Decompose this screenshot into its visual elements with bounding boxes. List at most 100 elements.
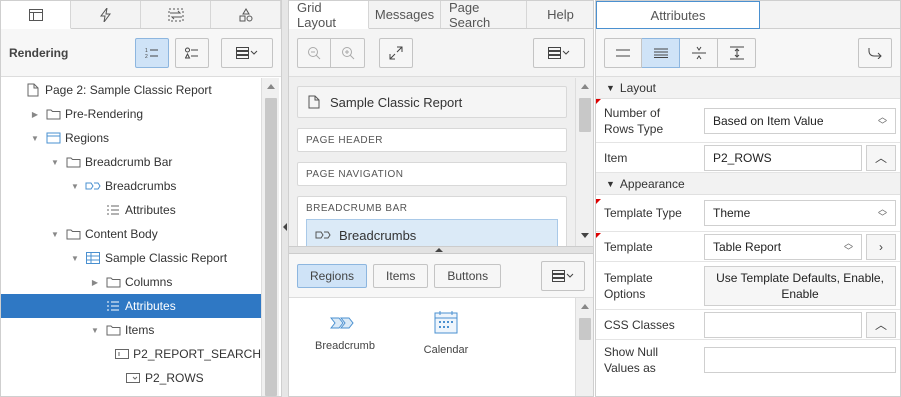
css-classes-input[interactable] <box>704 311 862 338</box>
page-navigation-section[interactable]: PAGE NAVIGATION <box>297 162 567 186</box>
show-common-button[interactable] <box>604 37 642 68</box>
expand-all-button[interactable] <box>718 37 756 68</box>
layout-menu-button[interactable] <box>533 37 585 68</box>
zoom-in-icon <box>341 46 354 59</box>
expanded-caret-icon[interactable]: ▼ <box>69 254 81 263</box>
gallery-scrollbar[interactable] <box>575 298 593 396</box>
tree-node[interactable]: ▼ Regions <box>1 126 261 150</box>
tab-processing[interactable] <box>141 1 211 28</box>
collapse-gallery-icon[interactable] <box>435 248 443 252</box>
tree-node[interactable]: Page 2: Sample Classic Report <box>1 78 261 102</box>
horizontal-splitter[interactable] <box>289 246 593 254</box>
tree-node[interactable]: ▼ Breadcrumb Bar <box>1 150 261 174</box>
template-type-select[interactable]: Theme ︿ ﹀ <box>704 200 896 226</box>
tree-node[interactable]: P2_ROWS <box>1 366 261 390</box>
layout-scrollbar[interactable] <box>575 78 593 246</box>
tree-node[interactable]: ▼ Content Body <box>1 222 261 246</box>
tab-attributes[interactable]: Attributes <box>596 1 760 29</box>
gallery-menu-button[interactable] <box>541 260 585 291</box>
prop-label: Template <box>596 232 700 255</box>
show-null-input[interactable] <box>704 347 896 373</box>
tree-view-button[interactable]: 12 <box>135 37 169 68</box>
tree-scrollbar[interactable] <box>261 78 279 396</box>
scroll-up-icon[interactable] <box>581 304 589 309</box>
tab-shared-components[interactable] <box>211 1 281 28</box>
group-layout[interactable]: ▼ Layout <box>596 77 900 99</box>
expanded-caret-icon[interactable]: ▼ <box>49 230 61 239</box>
page-header-section[interactable]: PAGE HEADER <box>297 128 567 152</box>
tab-dynamic-actions[interactable] <box>71 1 141 28</box>
collapsed-caret-icon[interactable]: ▶ <box>29 110 41 119</box>
gallery-item-calendar[interactable]: Calendar <box>401 310 491 356</box>
group-label: Appearance <box>619 176 685 191</box>
css-classes-lov-button[interactable]: ︿ <box>866 311 896 338</box>
scroll-down-icon[interactable] <box>581 233 589 238</box>
breadcrumbs-region[interactable]: Breadcrumbs <box>306 219 558 246</box>
gallery: Regions Items Buttons Breadcrumb Calenda… <box>289 254 593 396</box>
zoom-out-button[interactable] <box>297 37 331 68</box>
page-node[interactable]: Sample Classic Report <box>297 86 567 118</box>
tab-messages[interactable]: Messages <box>369 1 441 28</box>
component-view-button[interactable] <box>175 37 209 68</box>
tree-node-label: Breadcrumb Bar <box>85 155 173 169</box>
breadcrumb-bar-section[interactable]: BREADCRUMB BAR Breadcrumbs <box>297 196 567 246</box>
gallery-tab-regions[interactable]: Regions <box>297 263 368 288</box>
lines-icon <box>616 49 630 56</box>
template-options-button[interactable]: Use Template Defaults, Enable, Enable <box>704 265 896 306</box>
tree-scroll-thumb[interactable] <box>265 98 277 396</box>
group-appearance[interactable]: ▼ Appearance <box>596 173 900 195</box>
item-input[interactable]: P2_ROWS <box>704 144 862 171</box>
tab-grid-layout[interactable]: Grid Layout <box>289 1 369 30</box>
scroll-up-icon[interactable] <box>267 84 275 89</box>
tab-rendering[interactable] <box>1 1 71 29</box>
tree-node[interactable]: ▼ Sample Classic Report <box>1 246 261 270</box>
expand-button[interactable] <box>379 37 413 68</box>
collapse-all-button[interactable] <box>680 37 718 68</box>
tree-node[interactable]: P2_REPORT_SEARCH <box>1 342 261 366</box>
expanded-caret-icon[interactable]: ▼ <box>49 158 61 167</box>
property-editor-pane: Attributes ▼ Layout Number of Rows Type B… <box>595 0 901 397</box>
gallery-item-breadcrumb[interactable]: Breadcrumb <box>289 316 401 356</box>
template-select[interactable]: Table Report ︿ ﹀ <box>704 233 862 260</box>
button-value: Use Template Defaults, Enable, Enable <box>716 270 884 301</box>
tab-page-search[interactable]: Page Search <box>441 1 527 30</box>
tree-node[interactable]: ▼ Breadcrumbs <box>1 174 261 198</box>
tree-node-label: Regions <box>65 131 110 145</box>
gallery-scroll-thumb[interactable] <box>579 318 591 340</box>
collapsed-caret-icon[interactable]: ▶ <box>89 278 101 287</box>
tree-node[interactable]: ▼ Items <box>1 318 261 342</box>
chevron-up-icon: ︿ <box>874 151 887 165</box>
tree-menu-button[interactable] <box>221 37 273 68</box>
gallery-tab-buttons[interactable]: Buttons <box>434 263 502 288</box>
tree-node[interactable]: Attributes <box>1 294 261 318</box>
template-go-button[interactable]: › <box>866 233 896 260</box>
collapse-left-icon[interactable] <box>283 223 287 231</box>
tree-node-label: Pre-Rendering <box>65 107 144 121</box>
tree-node[interactable]: Attributes <box>1 198 261 222</box>
rendering-pane: Rendering 12 Page 2: Sample Classic Repo… <box>0 0 282 397</box>
gallery-tab-items[interactable]: Items <box>373 263 429 288</box>
breadcrumb-icon <box>315 231 331 239</box>
select-arrows-icon: ︿ ﹀ <box>877 111 887 130</box>
zoom-in-button[interactable] <box>331 37 365 68</box>
chevron-up-icon: ︿ <box>874 318 887 332</box>
prop-label: Template Options <box>604 270 653 301</box>
scroll-up-icon[interactable] <box>581 84 589 89</box>
prop-label: Show Null Values as <box>604 345 659 375</box>
item-lov-button[interactable]: ︿ <box>866 144 896 171</box>
go-to-group-button[interactable] <box>858 37 892 68</box>
expanded-caret-icon[interactable]: ▼ <box>69 182 81 191</box>
expanded-caret-icon[interactable]: ▼ <box>29 134 41 143</box>
tab-help[interactable]: Help <box>527 1 593 28</box>
page-navigation-label: PAGE NAVIGATION <box>306 168 404 180</box>
page-icon <box>308 95 320 109</box>
tree-node[interactable]: ▶ Columns <box>1 270 261 294</box>
tree-node[interactable]: ▶ Pre-Rendering <box>1 102 261 126</box>
layout-scroll-thumb[interactable] <box>579 98 591 132</box>
expand-icon <box>389 46 403 59</box>
rows-type-select[interactable]: Based on Item Value ︿ ﹀ <box>704 107 896 134</box>
expanded-caret-icon[interactable]: ▼ <box>89 326 101 335</box>
show-all-button[interactable] <box>642 37 680 68</box>
folder-icon <box>45 107 61 121</box>
breadcrumb-icon <box>330 317 354 329</box>
